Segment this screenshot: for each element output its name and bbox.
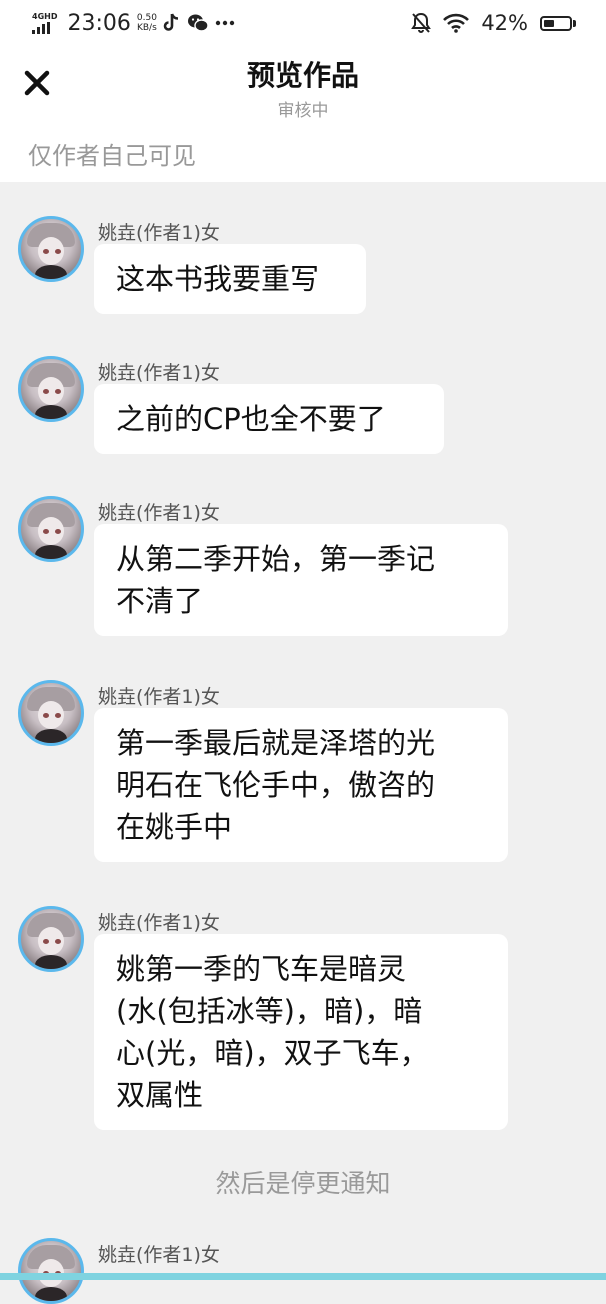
avatar[interactable] [18,216,84,282]
avatar[interactable] [18,680,84,746]
speed-value: 0.50 [136,13,157,23]
message-line: 这本书我要重写 [116,262,320,296]
message-line: 之前的CP也全不要了 [116,402,386,436]
message-bubble[interactable]: 之前的CP也全不要了 [94,384,444,454]
bottom-bar-edge [0,1273,606,1280]
battery-percent: 42% [481,11,528,35]
sender-name: 姚垚(作者1)女 [98,222,220,244]
header: 预览作品 审核中 仅作者自己可见 [0,46,606,182]
status-left: 4GHD 23:06 0.50 KB/s [32,11,235,36]
speed-unit: KB/s [136,23,157,33]
message-line: 从第二季开始，第一季记 [116,542,436,576]
signal-icon: 4GHD [32,11,58,34]
message-line: 双属性 [116,1078,204,1112]
message-bubble[interactable]: 姚第一季的飞车是暗灵 (水(包括冰等)，暗)，暗 心(光，暗)，双子飞车， 双属性 [94,934,508,1130]
avatar[interactable] [18,906,84,972]
message-line: 姚第一季的飞车是暗灵 [116,952,407,986]
status-right: 42% [411,11,576,35]
network-speed: 0.50 KB/s [137,13,157,33]
wifi-icon [443,13,470,33]
sender-name: 姚垚(作者1)女 [98,686,220,708]
review-status: 审核中 [277,101,329,121]
system-notice: 然后是停更通知 [215,1169,391,1198]
visibility-note: 仅作者自己可见 [28,142,196,170]
network-type: 4GHD [32,11,58,21]
message-bubble[interactable]: 第一季最后就是泽塔的光 明石在飞伦手中，傲咨的 在姚手中 [94,708,508,862]
message-line: 不清了 [116,584,204,618]
tiktok-icon [163,13,181,33]
avatar[interactable] [18,356,84,422]
message-bubble[interactable]: 从第二季开始，第一季记 不清了 [94,524,508,636]
mute-bell-icon [411,12,432,34]
message-bubble[interactable]: 这本书我要重写 [94,244,366,314]
message-line: 第一季最后就是泽塔的光 [116,726,436,760]
sender-name: 姚垚(作者1)女 [98,362,220,384]
sender-name: 姚垚(作者1)女 [98,1244,220,1266]
page-title: 预览作品 [246,59,359,92]
message-line: 心(光，暗)，双子飞车， [116,1036,429,1070]
avatar[interactable] [18,496,84,562]
sender-name: 姚垚(作者1)女 [98,502,220,524]
message-line: (水(包括冰等)，暗)，暗 [116,994,423,1028]
clock: 23:06 [67,10,131,36]
status-bar: 4GHD 23:06 0.50 KB/s 42% [0,0,606,46]
avatar[interactable] [18,1238,84,1304]
message-line: 在姚手中 [116,810,233,844]
sender-name: 姚垚(作者1)女 [98,912,220,934]
more-dots-icon [215,20,235,26]
battery-icon [540,15,576,31]
wechat-icon [187,13,209,33]
message-line: 明石在飞伦手中，傲咨的 [116,768,436,802]
